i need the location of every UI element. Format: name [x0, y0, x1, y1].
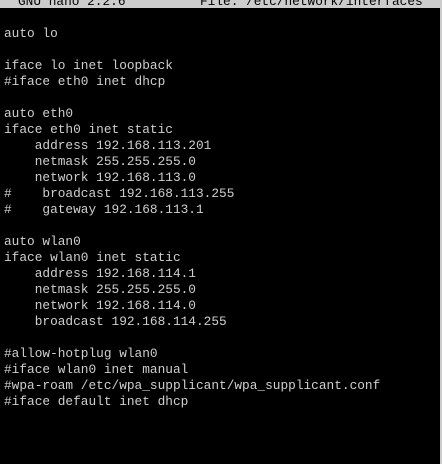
file-path-label: File: /etc/network/interfaces [200, 0, 423, 8]
editor-line[interactable]: #iface eth0 inet dhcp [4, 74, 442, 90]
editor-line[interactable]: #iface wlan0 inet manual [4, 362, 442, 378]
editor-line[interactable]: netmask 255.255.255.0 [4, 282, 442, 298]
editor-line[interactable] [4, 330, 442, 346]
editor-line[interactable]: iface wlan0 inet static [4, 250, 442, 266]
app-name: GNU nano 2.2.6 [18, 0, 126, 8]
editor-line[interactable] [4, 218, 442, 234]
editor-text-area[interactable]: auto lo iface lo inet loopback #iface et… [4, 26, 442, 464]
editor-line[interactable]: network 192.168.114.0 [4, 298, 442, 314]
editor-line[interactable]: # gateway 192.168.113.1 [4, 202, 442, 218]
editor-line[interactable]: iface lo inet loopback [4, 58, 442, 74]
editor-line[interactable]: # broadcast 192.168.113.255 [4, 186, 442, 202]
editor-line[interactable] [4, 90, 442, 106]
editor-line[interactable]: address 192.168.113.201 [4, 138, 442, 154]
editor-line[interactable]: network 192.168.113.0 [4, 170, 442, 186]
nano-title-bar: GNU nano 2.2.6 File: /etc/network/interf… [0, 0, 442, 8]
editor-line[interactable]: auto lo [4, 26, 442, 42]
editor-line[interactable]: address 192.168.114.1 [4, 266, 442, 282]
editor-line[interactable]: auto wlan0 [4, 234, 442, 250]
editor-line[interactable]: #iface default inet dhcp [4, 394, 442, 410]
editor-line[interactable]: netmask 255.255.255.0 [4, 154, 442, 170]
editor-line[interactable]: auto eth0 [4, 106, 442, 122]
editor-line[interactable]: #wpa-roam /etc/wpa_supplicant/wpa_suppli… [4, 378, 442, 394]
editor-line[interactable]: iface eth0 inet static [4, 122, 442, 138]
editor-line[interactable] [4, 42, 442, 58]
editor-line[interactable]: broadcast 192.168.114.255 [4, 314, 442, 330]
editor-line[interactable]: #allow-hotplug wlan0 [4, 346, 442, 362]
